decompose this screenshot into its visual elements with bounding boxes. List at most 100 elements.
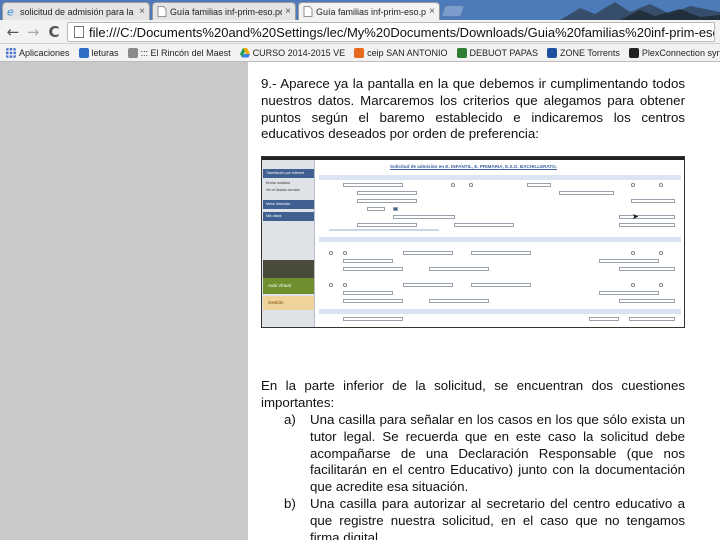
bookmark-label: CURSO 2014-2015 VE [252,47,346,58]
bookmark-label: ::: El Rincón del Maest [140,47,231,58]
form-field [629,317,675,321]
form-field [343,291,393,295]
pdf-viewport[interactable]: 9.- Aparece ya la pantalla en la que deb… [0,62,720,540]
bookmark-leturas[interactable]: leturas [78,47,119,58]
tab-solicitud[interactable]: e solicitud de admisión para la × [2,2,150,20]
browser-toolbar: ← → C file:///C:/Documents%20and%20Setti… [0,20,720,44]
svg-text:e: e [7,6,14,17]
bookmarks-bar: Aplicaciones leturas ::: El Rincón del M… [0,44,720,62]
bookmark-label: ZONE Torrents [560,47,620,58]
form-title: Solicitud de admisión en E. INFANTIL, E.… [390,164,558,169]
window-background-art [560,2,720,20]
pdf-page: 9.- Aparece ya la pantalla en la que deb… [248,62,720,540]
form-field [631,199,675,203]
form-divider [329,229,439,231]
reload-button[interactable]: C [45,23,63,41]
form-radio [343,251,347,255]
aula-virtual-banner: Aula Virtual [263,278,314,294]
document-icon [157,6,167,17]
bookmark-apps[interactable]: Aplicaciones [6,47,70,58]
form-radio [631,183,635,187]
form-field [619,223,675,227]
form-field [403,251,453,255]
form-field [357,223,417,227]
folder-icon [78,47,89,58]
address-bar[interactable]: file:///C:/Documents%20and%20Settings/le… [67,22,715,42]
form-nav-item: Menú dirección [263,200,314,209]
form-radio [659,251,663,255]
bookmark-label: ceip SAN ANTONIO [367,47,448,58]
form-top-bar [262,157,684,160]
form-radio [329,251,333,255]
tab-guia-1[interactable]: Guía familias inf-prim-eso.pdf × [152,2,296,20]
tab-strip: e solicitud de admisión para la × Guía f… [0,0,720,20]
bookmark-site-icon [547,47,558,58]
form-field [429,267,489,271]
close-icon[interactable]: × [139,6,145,17]
form-field [599,259,659,263]
intro-paragraph: En la parte inferior de la solicitud, se… [261,378,685,410]
form-radio [451,183,455,187]
close-icon[interactable]: × [285,6,291,17]
bookmark-label: PlexConnection sync [641,47,720,58]
bookmark-plexconnection[interactable]: PlexConnection sync [628,47,720,58]
bookmark-debuot[interactable]: DEBUOT PAPAS [456,47,539,58]
form-radio [343,283,347,287]
list-marker: b) [284,496,296,511]
back-button[interactable]: ← [4,23,22,41]
google-drive-icon [239,47,250,57]
admission-form-screenshot: Tramitación por Internet Enviar solicitu… [261,156,685,328]
bookmark-site-icon [127,47,138,58]
list-marker: a) [284,412,296,427]
bookmark-rincon-maestro[interactable]: ::: El Rincón del Maest [127,47,231,58]
tab-title: Guía familias inf-prim-eso.pdf [316,6,427,17]
form-nav-item: Tramitación por Internet [263,169,314,178]
step-paragraph: 9.- Aparece ya la pantalla en la que deb… [261,76,685,142]
bookmark-zone-torrents[interactable]: ZONE Torrents [547,47,620,58]
bookmark-site-icon [456,47,467,58]
apps-grid-icon [6,47,16,58]
bookmark-site-icon [628,47,639,58]
form-nav-subitem: Enviar solicitud [266,181,291,185]
form-nav-subitem: Ver el listado cerrado [266,188,300,192]
form-field [559,191,614,195]
document-icon [303,6,313,17]
form-radio [659,183,663,187]
form-field [357,191,417,195]
address-bar-url: file:///C:/Documents%20and%20Settings/le… [89,24,715,40]
form-field [343,299,403,303]
page-icon [74,26,84,38]
form-field [589,317,619,321]
list-item-text: Una casilla para autorizar al secretario… [310,496,685,540]
form-field [454,223,514,227]
mouse-cursor-icon: ➤ [632,212,639,221]
bookmark-curso[interactable]: CURSO 2014-2015 VE [239,47,346,58]
form-field [403,283,453,287]
form-field [619,215,675,219]
form-field [527,183,551,187]
calendar-icon [393,207,398,211]
bookmark-label: leturas [91,47,119,58]
form-field [343,259,393,263]
form-section-band [319,309,681,314]
gestion-banner: Gestión [263,296,314,310]
form-nav-item: Mis datos [263,212,314,221]
form-sidebar: Tramitación por Internet Enviar solicitu… [262,160,315,327]
forward-button[interactable]: → [24,23,42,41]
bookmark-ceip[interactable]: ceip SAN ANTONIO [354,47,448,58]
form-field [367,207,385,211]
bookmark-label: DEBUOT PAPAS [469,47,539,58]
blogger-icon [354,47,365,58]
form-field [429,299,489,303]
new-tab-button[interactable] [440,5,466,17]
form-field [343,317,403,321]
tab-title: Guía familias inf-prim-eso.pdf [170,6,283,17]
form-radio [659,283,663,287]
form-field [599,291,659,295]
form-radio [631,283,635,287]
tab-guia-2[interactable]: Guía familias inf-prim-eso.pdf × [298,2,440,20]
form-fields-area: ➤ [319,175,683,327]
form-field [471,251,531,255]
close-icon[interactable]: × [429,6,435,17]
form-sidebar-banner [263,260,314,278]
